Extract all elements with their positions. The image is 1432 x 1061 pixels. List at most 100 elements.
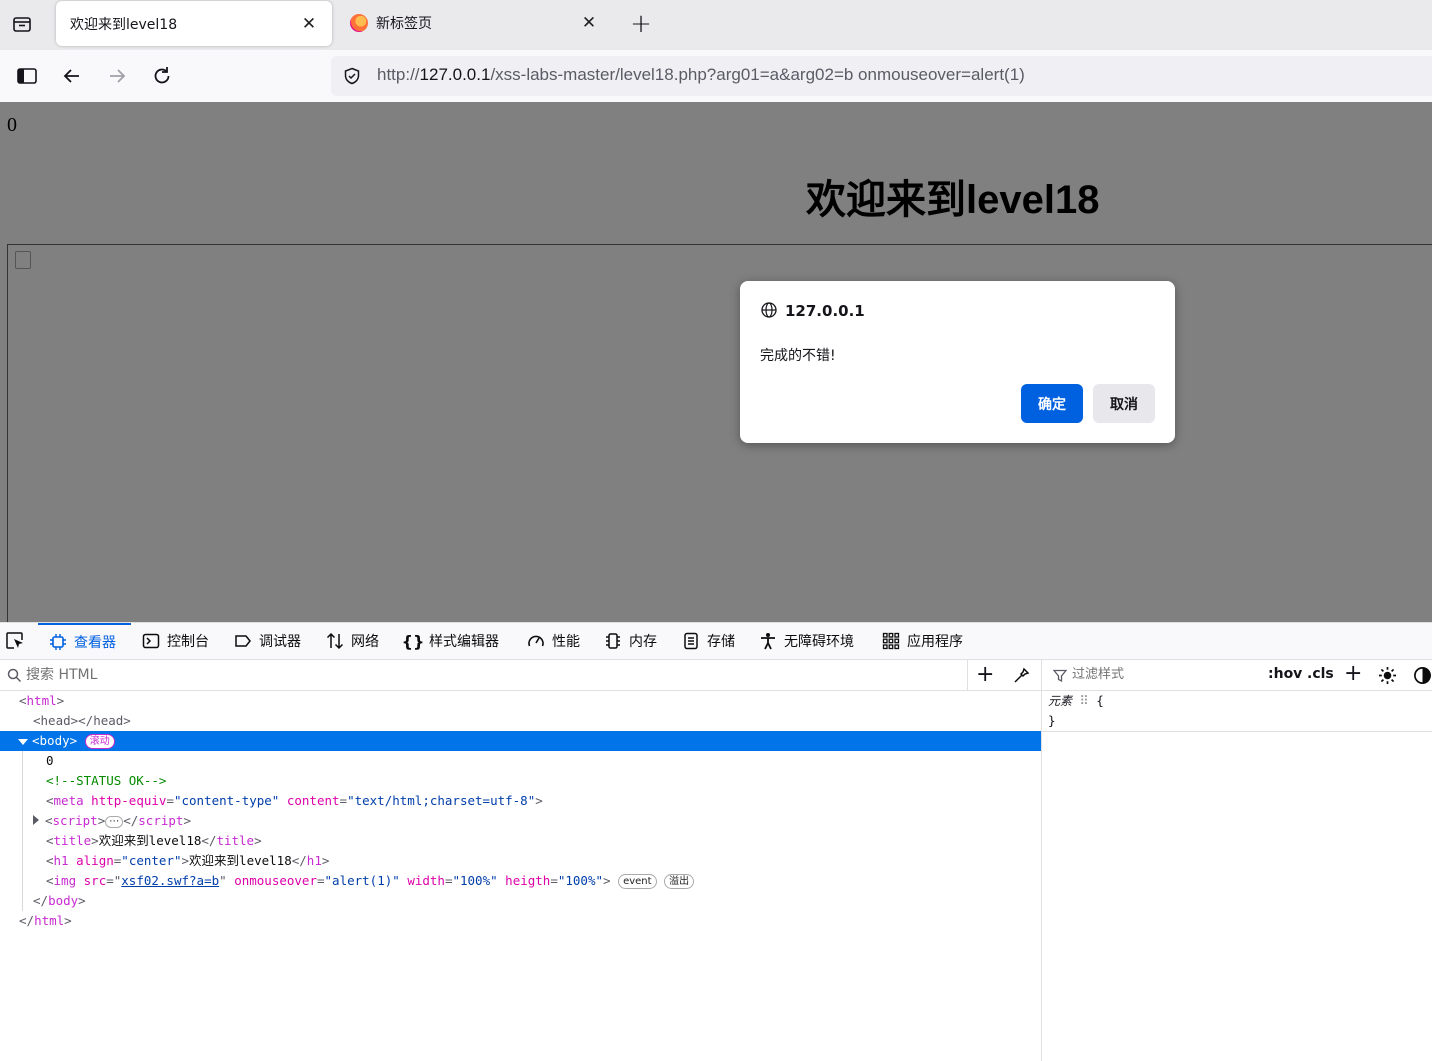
tab-storage[interactable]: 存储 — [681, 623, 735, 659]
title-text: 欢迎来到level18 — [98, 833, 202, 848]
tab-label: 无障碍环境 — [784, 634, 854, 650]
tab-label: 性能 — [552, 634, 580, 650]
h1-text: 欢迎来到level18 — [189, 853, 292, 868]
html-search-bar: + — [0, 660, 1041, 691]
tab-list-icon[interactable] — [8, 10, 36, 38]
tree-node-body-close[interactable]: </body> — [0, 891, 1041, 911]
tab-title: 新标签页 — [376, 16, 432, 32]
element-rule-close: } — [1042, 711, 1432, 732]
broken-image-icon — [15, 251, 31, 269]
filter-styles-input[interactable] — [1070, 666, 1254, 683]
ellipsis-badge[interactable]: ⋯ — [105, 815, 124, 828]
tree-node-title[interactable]: <title>欢迎来到level18</title> — [0, 831, 1041, 851]
tab-debugger[interactable]: 调试器 — [233, 623, 301, 659]
cancel-button[interactable]: 取消 — [1093, 384, 1155, 423]
overflow-badge[interactable]: 溢出 — [664, 874, 695, 889]
expand-caret-icon[interactable] — [18, 739, 28, 745]
attr-value: "content-type" — [173, 793, 280, 808]
filter-icon — [1053, 669, 1067, 683]
text-node-value: 0 — [46, 753, 54, 768]
tab-accessibility[interactable]: 无障碍环境 — [758, 623, 854, 659]
tree-node-img[interactable]: <img src="xsf02.swf?a=b" onmouseover="al… — [0, 871, 1041, 891]
tree-node-h1[interactable]: <h1 align="center">欢迎来到level18</h1> — [0, 851, 1041, 871]
light-theme-icon[interactable] — [1378, 666, 1397, 685]
tree-node-head[interactable]: <head></head> — [0, 711, 1041, 731]
tab-network[interactable]: 网络 — [325, 623, 379, 659]
tab-close-icon[interactable]: ✕ — [300, 14, 318, 34]
dialog-message: 完成的不错! — [760, 348, 836, 364]
add-rule-icon[interactable]: + — [1344, 662, 1362, 686]
url-text[interactable]: http://127.0.0.1/xss-labs-master/level18… — [377, 65, 1025, 85]
scroll-badge[interactable]: 滚动 — [84, 734, 115, 749]
event-badge[interactable]: event — [618, 874, 657, 889]
attr-value: "alert(1)" — [324, 873, 400, 888]
debugger-icon — [233, 631, 253, 651]
tree-node-meta[interactable]: <meta http-equiv="content-type" content=… — [0, 791, 1041, 811]
devtools-toolbar: 查看器 控制台 调试器 网络 {} 样式编辑器 性能 内存 存储 无障碍环境 应… — [0, 622, 1432, 660]
tab-label: 查看器 — [74, 635, 116, 651]
new-tab-button[interactable]: + — [627, 9, 655, 39]
cls-toggle[interactable]: .cls — [1307, 666, 1334, 682]
drag-handle-icon[interactable]: ⠿ — [1080, 693, 1089, 708]
tree-guide-line — [22, 751, 23, 911]
url-path: /xss-labs-master/level18.php?arg01=a&arg… — [490, 65, 1025, 84]
alert-dialog: 127.0.0.1 完成的不错! 确定 取消 — [740, 281, 1175, 443]
tree-node-body-selected[interactable]: <body> 滚动 — [0, 731, 1041, 751]
tree-node-html-close[interactable]: </html> — [0, 911, 1041, 931]
tree-comment-node[interactable]: <!--STATUS OK--> — [0, 771, 1041, 791]
tab-level18[interactable]: 欢迎来到level18 ✕ — [56, 1, 332, 46]
img-src-link[interactable]: xsf02.swf?a=b — [121, 873, 219, 888]
reload-icon[interactable] — [148, 62, 176, 90]
url-scheme: http:// — [377, 65, 420, 84]
back-icon[interactable] — [58, 62, 86, 90]
tree-node-script[interactable]: <script> ⋯ </script> — [0, 811, 1041, 831]
tab-label: 应用程序 — [907, 634, 963, 650]
globe-icon — [761, 302, 777, 318]
divider — [967, 660, 968, 690]
add-node-icon[interactable]: + — [976, 663, 994, 687]
hov-toggle[interactable]: :hov — [1268, 666, 1302, 682]
search-icon — [7, 668, 22, 683]
console-icon — [141, 631, 161, 651]
collapse-caret-icon[interactable] — [33, 815, 39, 825]
tab-style-editor[interactable]: {} 样式编辑器 — [401, 623, 499, 659]
tab-label: 样式编辑器 — [429, 634, 499, 650]
rules-panel: 元素 ⠿ { } — [1042, 691, 1432, 732]
dark-theme-icon[interactable] — [1413, 666, 1432, 685]
memory-chip-icon — [603, 631, 623, 651]
tab-close-icon[interactable]: ✕ — [580, 13, 598, 33]
tab-new-tab[interactable]: 新标签页 ✕ — [336, 0, 612, 46]
eyedropper-icon[interactable] — [1012, 667, 1030, 685]
tree-node-html[interactable]: <html> — [0, 691, 1041, 711]
tab-label: 调试器 — [259, 634, 301, 650]
forward-icon[interactable] — [103, 62, 131, 90]
tab-inspector[interactable]: 查看器 — [38, 623, 131, 659]
sidebar-toggle-icon[interactable] — [13, 62, 41, 90]
embedded-image-frame[interactable] — [7, 244, 1432, 622]
attr-value: "100%" — [557, 873, 604, 888]
attr-value: "center" — [121, 853, 182, 868]
tab-label: 存储 — [707, 634, 735, 650]
tab-title: 欢迎来到level18 — [70, 16, 178, 33]
element-picker-icon[interactable] — [4, 623, 26, 659]
html-search-input[interactable] — [24, 666, 928, 684]
ok-button[interactable]: 确定 — [1021, 384, 1083, 423]
attr-value: "text/html;charset=utf-8" — [347, 793, 536, 808]
tab-application[interactable]: 应用程序 — [881, 623, 963, 659]
storage-icon — [681, 631, 701, 651]
gauge-icon — [526, 631, 546, 651]
page-heading: 欢迎来到level18 — [806, 178, 1100, 222]
shield-icon[interactable] — [343, 67, 361, 89]
element-rule[interactable]: 元素 ⠿ { — [1042, 691, 1432, 711]
comment-text: <!--STATUS OK--> — [46, 773, 167, 788]
rules-filter-bar: :hov .cls + — [1042, 660, 1432, 691]
braces-icon: {} — [401, 631, 425, 651]
tab-console[interactable]: 控制台 — [141, 623, 209, 659]
firefox-icon — [350, 14, 368, 32]
tab-performance[interactable]: 性能 — [526, 623, 580, 659]
tree-text-node[interactable]: 0 — [0, 751, 1041, 771]
dialog-origin: 127.0.0.1 — [785, 302, 865, 320]
tab-label: 内存 — [629, 634, 657, 650]
tab-memory[interactable]: 内存 — [603, 623, 657, 659]
page-content: 0 欢迎来到level18 — [0, 102, 1432, 622]
